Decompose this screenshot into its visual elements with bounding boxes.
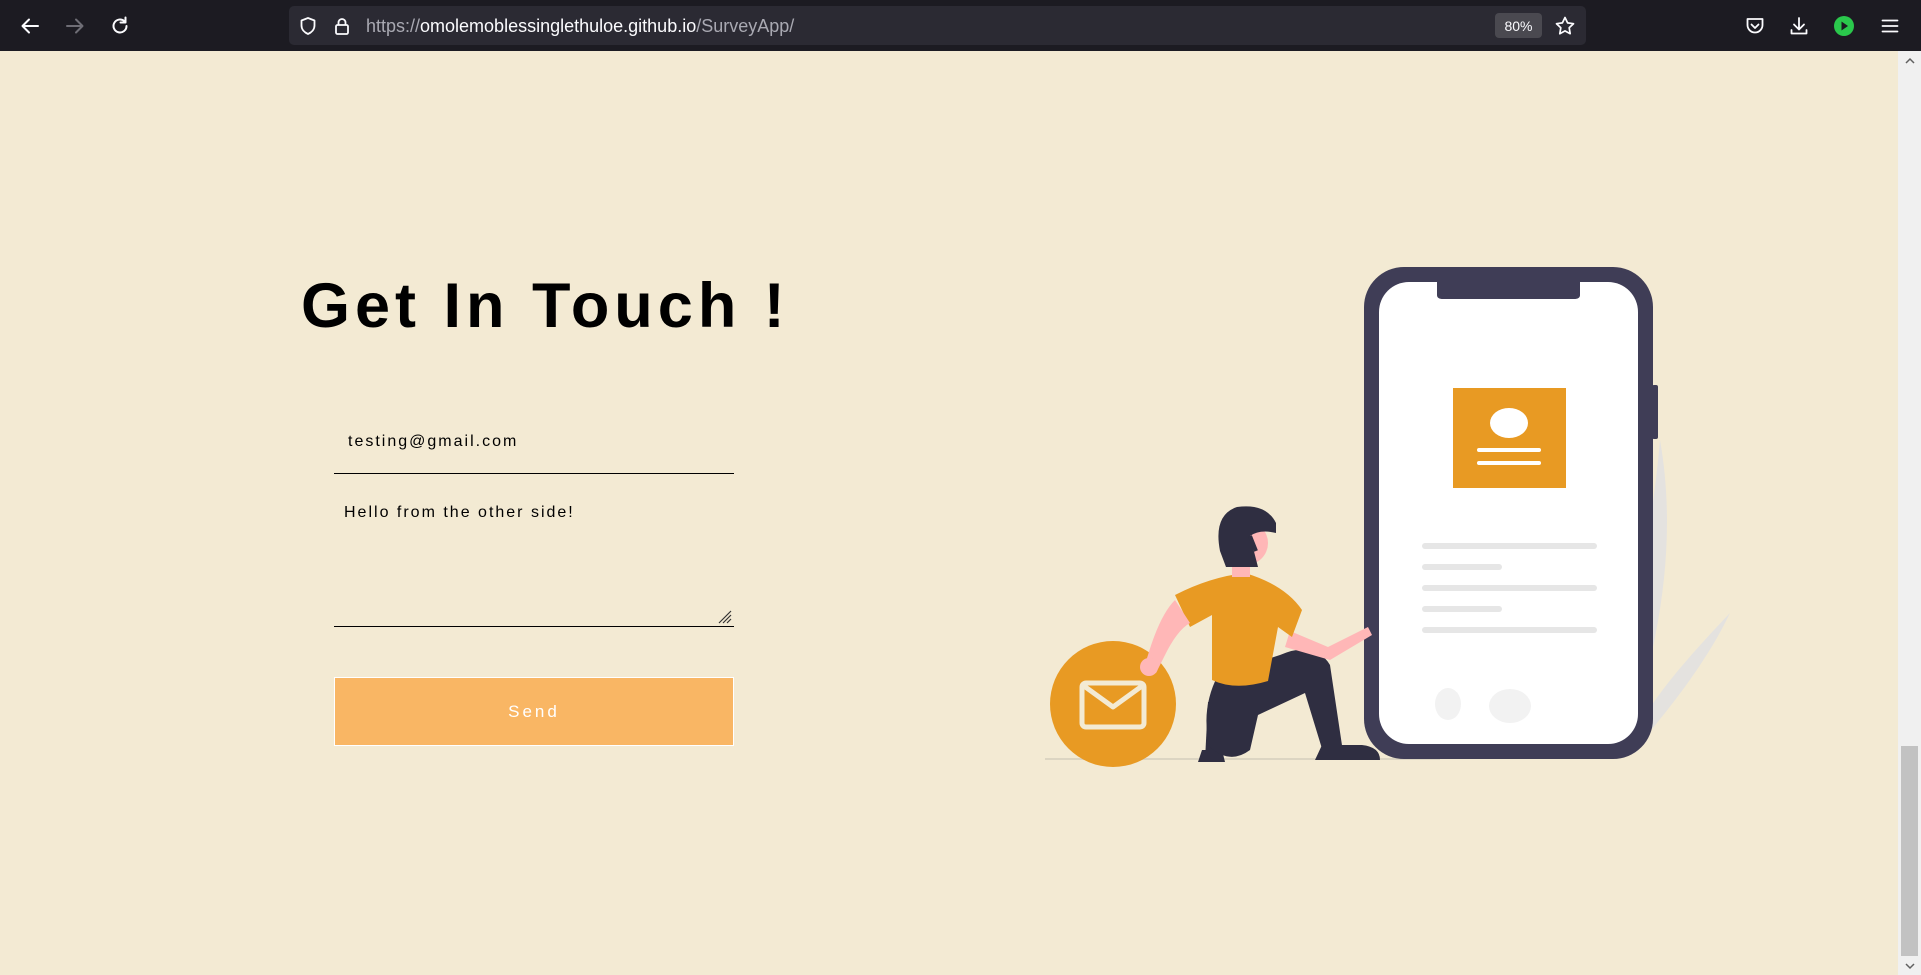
browser-toolbar: https://omolemoblessinglethuloe.github.i…	[0, 0, 1921, 51]
hamburger-menu-icon	[1881, 19, 1899, 33]
person-illustration	[1140, 506, 1380, 762]
profile-card-icon	[1453, 388, 1566, 488]
app-menu-button[interactable]	[1877, 13, 1903, 39]
contact-illustration	[1045, 267, 1730, 767]
url-bar[interactable]: https://omolemoblessinglethuloe.github.i…	[289, 6, 1586, 45]
message-textarea[interactable]: Hello from the other side!	[334, 494, 734, 627]
url-scheme: https://	[366, 16, 421, 36]
back-arrow-icon	[21, 18, 39, 34]
forward-arrow-icon	[66, 18, 84, 34]
url-host: omolemoblessinglethuloe.github.io	[420, 16, 697, 36]
lock-icon	[335, 18, 349, 35]
pocket-button[interactable]	[1742, 13, 1768, 39]
chevron-up-icon	[1904, 57, 1915, 64]
page-title: Get In Touch !	[301, 271, 790, 341]
phone-illustration	[1364, 267, 1658, 759]
tracking-protection-button[interactable]	[297, 15, 319, 37]
extension-play-icon	[1834, 16, 1854, 36]
scrollbar-thumb[interactable]	[1901, 746, 1918, 956]
send-button[interactable]: Send	[334, 677, 734, 746]
site-info-button[interactable]	[331, 15, 353, 37]
email-field[interactable]	[334, 410, 734, 474]
scroll-down-button[interactable]	[1898, 957, 1921, 975]
reload-button[interactable]	[106, 12, 134, 40]
page-scrollbar[interactable]	[1898, 51, 1921, 975]
downloads-icon	[1790, 17, 1808, 35]
bookmark-star-icon	[1555, 16, 1575, 35]
extension-button[interactable]	[1831, 13, 1857, 39]
scroll-up-button[interactable]	[1898, 51, 1921, 69]
pocket-icon	[1746, 18, 1764, 34]
back-button[interactable]	[16, 12, 44, 40]
shield-icon	[300, 17, 316, 35]
url-text[interactable]: https://omolemoblessinglethuloe.github.i…	[366, 15, 794, 37]
downloads-button[interactable]	[1786, 13, 1812, 39]
zoom-level-badge[interactable]: 80%	[1495, 13, 1542, 38]
reload-icon	[112, 16, 128, 34]
resize-grip-icon[interactable]	[716, 608, 732, 624]
url-path: /SurveyApp/	[696, 16, 795, 36]
chevron-down-icon	[1904, 962, 1915, 969]
bookmark-button[interactable]	[1554, 15, 1576, 37]
forward-button[interactable]	[61, 12, 89, 40]
